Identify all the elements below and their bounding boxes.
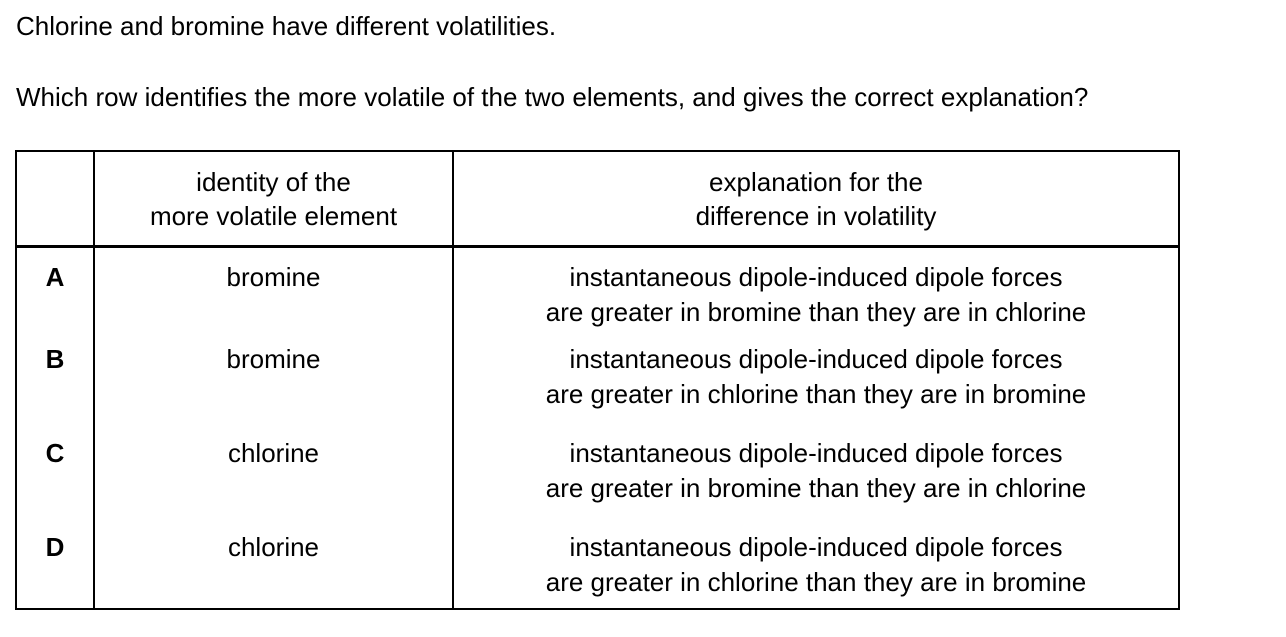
- option-explanation: instantaneous dipole-induced dipole forc…: [452, 246, 1179, 342]
- option-row-a: A bromine instantaneous dipole-induced d…: [16, 246, 1179, 342]
- option-explanation: instantaneous dipole-induced dipole forc…: [452, 530, 1179, 609]
- explanation-line: are greater in chlorine than they are in…: [545, 379, 1087, 409]
- header-letter-cell: [16, 151, 94, 248]
- explanation-line: instantaneous dipole-induced dipole forc…: [569, 344, 1063, 374]
- option-identity: bromine: [93, 342, 453, 436]
- option-letter: D: [45, 532, 65, 562]
- option-row-b: B bromine instantaneous dipole-induced d…: [16, 342, 1179, 436]
- option-identity: chlorine: [93, 530, 453, 609]
- option-letter: B: [45, 344, 65, 374]
- explanation-line: instantaneous dipole-induced dipole forc…: [569, 262, 1063, 292]
- option-explanation: instantaneous dipole-induced dipole forc…: [452, 342, 1179, 436]
- header-identity-line: identity of the: [196, 166, 351, 197]
- header-explanation-line: explanation for the: [709, 166, 923, 197]
- option-letter: C: [45, 438, 65, 468]
- option-explanation: instantaneous dipole-induced dipole forc…: [452, 436, 1179, 530]
- table-header-row: identity of the more volatile element ex…: [16, 151, 1179, 248]
- option-letter: A: [45, 262, 65, 292]
- option-row-d: D chlorine instantaneous dipole-induced …: [16, 530, 1179, 609]
- header-identity-line: more volatile element: [149, 200, 398, 231]
- question-text: Which row identifies the more volatile o…: [16, 82, 1089, 112]
- option-row-c: C chlorine instantaneous dipole-induced …: [16, 436, 1179, 530]
- explanation-line: are greater in chlorine than they are in…: [545, 567, 1087, 597]
- explanation-line: are greater in bromine than they are in …: [545, 297, 1087, 327]
- header-explanation: explanation for the difference in volati…: [452, 151, 1179, 248]
- header-identity: identity of the more volatile element: [93, 151, 453, 248]
- intro-text: Chlorine and bromine have different vola…: [16, 11, 557, 41]
- explanation-line: are greater in bromine than they are in …: [545, 473, 1087, 503]
- header-explanation-line: difference in volatility: [695, 200, 937, 231]
- option-identity: chlorine: [93, 436, 453, 530]
- explanation-line: instantaneous dipole-induced dipole forc…: [569, 532, 1063, 562]
- option-identity: bromine: [93, 246, 453, 342]
- explanation-line: instantaneous dipole-induced dipole forc…: [569, 438, 1063, 468]
- answer-options-table: identity of the more volatile element ex…: [15, 150, 1180, 610]
